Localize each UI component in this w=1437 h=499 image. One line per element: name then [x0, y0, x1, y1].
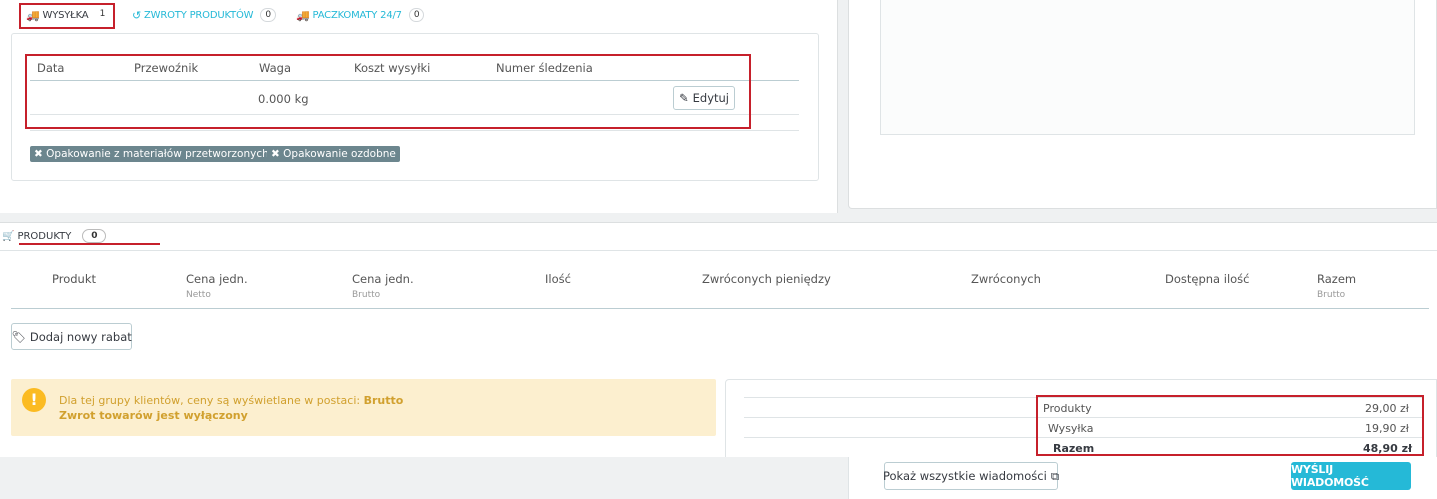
table-header-divider — [30, 80, 799, 81]
tab-parcel-lockers[interactable]: 🚚 PACZKOMATY 24/7 0 — [296, 6, 425, 24]
products-heading: 🛒 PRODUKTY 0 — [2, 229, 107, 243]
gift-tag-recycled: ✖ Opakowanie z materiałów przetworzonych — [30, 146, 273, 162]
alert-text: Dla tej grupy klientów, ceny są wyświetl… — [59, 394, 361, 407]
show-all-messages-label: Pokaż wszystkie wiadomości — [882, 469, 1047, 483]
edit-button[interactable]: ✎ Edytuj — [673, 86, 735, 110]
col-tracking-number: Numer śledzenia — [496, 61, 593, 75]
totals-products-label: Produkty — [1043, 402, 1092, 415]
tag-recycled-label: Opakowanie z materiałów przetworzonych — [46, 148, 269, 160]
col-returned: Zwróconych — [971, 272, 1041, 286]
col-shipping-cost: Koszt wysyłki — [354, 61, 431, 75]
close-icon: ✖ — [271, 148, 280, 160]
col-quantity: Ilość — [545, 272, 571, 286]
cart-icon: 🛒 — [2, 230, 15, 242]
shipping-weight-value: 0.000 kg — [258, 92, 309, 106]
totals-products-value: 29,00 zł — [1365, 402, 1409, 415]
add-discount-button[interactable]: 🏷 Dodaj nowy rabat — [11, 323, 132, 350]
tab-shipping-label: WYSYŁKA — [42, 9, 89, 21]
highlight-underline — [19, 243, 160, 245]
warning-icon: ! — [22, 388, 46, 412]
col-weight: Waga — [259, 61, 292, 75]
close-icon: ✖ — [34, 148, 43, 160]
totals-divider — [744, 437, 1424, 438]
edit-button-label: Edytuj — [692, 91, 729, 105]
page-background — [0, 457, 848, 499]
tag-wrapping-label: Opakowanie ozdobne — [283, 148, 396, 160]
totals-divider — [744, 397, 1424, 398]
tab-shipping[interactable]: 🚚 WYSYŁKA 1 — [26, 6, 110, 24]
products-count: 0 — [82, 229, 107, 243]
col-unit-price-gross: Cena jedn. — [352, 272, 414, 286]
col-total-sub: Brutto — [1317, 290, 1346, 300]
tab-returns-label: ZWROTY PRODUKTÓW — [144, 9, 254, 21]
tab-returns-count: 0 — [260, 8, 276, 22]
totals-shipping-label: Wysyłka — [1048, 422, 1094, 435]
col-unit-price-net-sub: Netto — [186, 290, 211, 300]
message-area — [880, 0, 1415, 135]
row-divider — [30, 114, 799, 115]
row-divider — [30, 130, 799, 131]
external-link-icon: ⧉ — [1050, 468, 1060, 483]
col-refunded-money: Zwróconych pieniędzy — [702, 272, 831, 286]
totals-grand-value: 48,90 zł — [1363, 442, 1413, 455]
tab-returns[interactable]: ↺ ZWROTY PRODUKTÓW 0 — [132, 6, 276, 24]
products-title: PRODUKTY — [17, 230, 72, 242]
col-unit-price-gross-sub: Brutto — [352, 290, 381, 300]
tab-parcel-lockers-count: 0 — [408, 8, 425, 22]
pencil-icon: ✎ — [678, 91, 689, 105]
tab-shipping-count: 1 — [95, 8, 110, 22]
truck-icon: 🚚 — [26, 8, 40, 22]
totals-divider — [744, 417, 1424, 418]
col-carrier: Przewoźnik — [134, 61, 199, 75]
col-date: Data — [37, 61, 65, 75]
show-all-messages-button[interactable]: Pokaż wszystkie wiadomości ⧉ — [882, 462, 1060, 490]
col-total: Razem — [1317, 272, 1357, 286]
gift-tag-wrapping: ✖ Opakowanie ozdobne — [267, 146, 400, 162]
alert-text-bold: Brutto — [363, 394, 404, 407]
info-alert — [11, 379, 716, 436]
section-divider — [0, 250, 1437, 251]
send-message-button[interactable]: WYŚLIJ WIADOMOŚĆ — [1291, 462, 1411, 490]
ticket-icon: 🏷 — [11, 329, 26, 344]
totals-grand-label: Razem — [1053, 442, 1095, 455]
alert-line-1: Dla tej grupy klientów, ceny są wyświetl… — [59, 394, 403, 407]
undo-icon: ↺ — [132, 8, 142, 22]
col-unit-price-net: Cena jedn. — [186, 272, 248, 286]
truck-icon: 🚚 — [296, 8, 310, 22]
col-available-qty: Dostępna ilość — [1165, 272, 1250, 286]
tab-parcel-lockers-label: PACZKOMATY 24/7 — [312, 9, 403, 21]
totals-shipping-value: 19,90 zł — [1365, 422, 1409, 435]
col-product: Produkt — [52, 272, 97, 286]
alert-line-2: Zwrot towarów jest wyłączony — [59, 409, 248, 422]
add-discount-label: Dodaj nowy rabat — [29, 329, 132, 344]
table-header-divider — [11, 308, 1429, 309]
